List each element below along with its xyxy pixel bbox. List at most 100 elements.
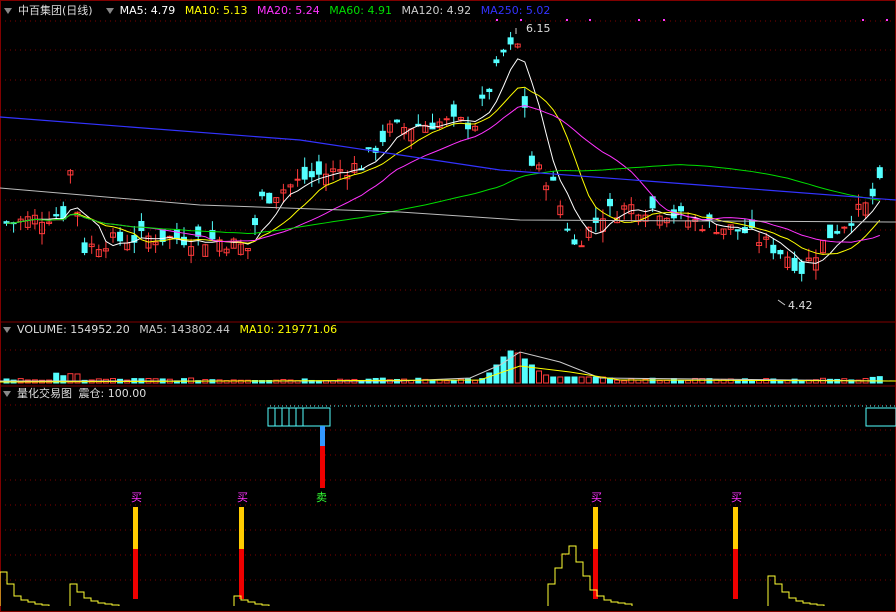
volume-bar	[536, 370, 542, 384]
candle-body	[827, 224, 834, 239]
candle-body	[301, 166, 308, 180]
buy-bar-yellow	[733, 507, 738, 549]
dot-marker	[663, 19, 665, 21]
candle-body	[159, 229, 166, 242]
buy-bar-red	[133, 549, 138, 599]
candle-body	[429, 122, 436, 130]
volume-bar	[777, 380, 784, 384]
candle-body	[869, 188, 876, 197]
candle-body	[528, 155, 535, 166]
candle-body	[841, 226, 848, 229]
candle-body	[834, 231, 841, 234]
volume-bar	[592, 376, 599, 384]
volume-ma5-line	[0, 351, 896, 382]
low-marker	[777, 299, 786, 306]
volume-bar	[628, 378, 635, 384]
dot-marker	[638, 19, 640, 21]
ma5-label: MA5: 4.79	[119, 4, 176, 17]
candle-body	[770, 244, 777, 254]
volume-bar	[734, 380, 741, 384]
candle-body	[876, 167, 883, 179]
candle-body	[564, 228, 571, 231]
candle-body	[117, 231, 124, 242]
volume-step-histogram	[0, 571, 50, 606]
buy-bar-yellow	[593, 507, 598, 549]
volume-header: VOLUME: 154952.20 MA5: 143802.44 MA10: 2…	[0, 322, 343, 338]
collapse-triangle-icon[interactable]	[4, 7, 12, 14]
candle-body	[578, 245, 585, 248]
candle-body	[365, 147, 372, 150]
ma120-line	[0, 187, 896, 223]
candle-body	[493, 59, 500, 64]
volume-bar	[635, 379, 642, 384]
candle-body	[443, 118, 450, 121]
ma250-label: MA250: 5.02	[480, 4, 551, 17]
ma10-label: MA10: 5.13	[184, 4, 248, 17]
candle-body	[53, 214, 60, 217]
volume-step-histogram	[69, 583, 120, 606]
buy-signal-label: 买	[731, 491, 742, 504]
candle-body	[791, 257, 798, 271]
candle-body	[848, 223, 855, 226]
buy-signal-label: 买	[237, 491, 248, 504]
candle-body	[379, 130, 386, 143]
volume-bar	[656, 380, 663, 384]
ma20-label: MA20: 5.24	[257, 4, 320, 17]
volume-ma5-label: MA5: 143802.44	[139, 323, 230, 336]
sell-bar-blue	[320, 426, 325, 446]
candle-body	[699, 229, 706, 232]
volume-bar	[500, 356, 507, 384]
volume-bar	[507, 350, 514, 384]
volume-bar	[486, 372, 493, 384]
low-price-label: 4.42	[788, 299, 813, 312]
candle-body	[173, 229, 180, 240]
volume-bar	[543, 374, 550, 384]
volume-bar	[663, 379, 670, 384]
candle-body	[550, 176, 557, 181]
indicator-triangle-icon[interactable]	[106, 7, 115, 14]
candle-body	[500, 49, 507, 53]
candle-body	[315, 161, 322, 175]
candle-body	[507, 37, 514, 45]
volume-bar	[550, 376, 557, 384]
volume-label: VOLUME: 154952.20	[17, 323, 130, 336]
candle-body	[607, 198, 613, 207]
candle-body	[252, 218, 258, 226]
sell-bar-red	[320, 446, 325, 488]
ma20-line	[6, 105, 880, 243]
candle-body	[259, 191, 266, 197]
volume-bar	[621, 380, 628, 384]
ma60-label: MA60: 4.91	[329, 4, 392, 17]
dot-marker	[496, 19, 498, 21]
kline-chart[interactable]: 6.15 4.42 卖 买 买 买 买	[0, 0, 896, 612]
volume-triangle-icon[interactable]	[3, 326, 11, 333]
volume-bar	[564, 376, 571, 384]
signal-title: 量化交易图	[17, 387, 72, 400]
candle-body	[734, 229, 741, 232]
candle-body	[394, 119, 400, 123]
price-header: 中百集团(日线) MA5: 4.79 MA10: 5.13 MA20: 5.24…	[0, 3, 556, 19]
buy-bar-yellow	[239, 507, 244, 549]
high-price-label: 6.15	[526, 22, 551, 35]
stock-title: 中百集团(日线)	[18, 4, 93, 17]
volume-bar	[614, 379, 621, 384]
signal-triangle-icon[interactable]	[3, 390, 11, 397]
dot-marker	[886, 19, 888, 21]
buy-signal-label: 买	[131, 491, 142, 504]
ma120-label: MA120: 4.92	[401, 4, 472, 17]
volume-bar	[869, 376, 876, 384]
volume-bar	[585, 376, 592, 384]
candle-body	[450, 104, 457, 117]
position-box	[267, 407, 331, 427]
volume-bar	[678, 380, 684, 384]
candle-body	[266, 192, 273, 204]
volume-bar	[514, 352, 521, 384]
candle-body	[571, 239, 578, 245]
ma60-line	[6, 164, 880, 234]
volume-bar	[876, 376, 883, 384]
candle-body	[138, 221, 145, 232]
volume-bar	[521, 358, 528, 384]
dot-marker	[862, 19, 864, 21]
dot-marker	[520, 19, 522, 21]
dot-marker	[566, 19, 568, 21]
